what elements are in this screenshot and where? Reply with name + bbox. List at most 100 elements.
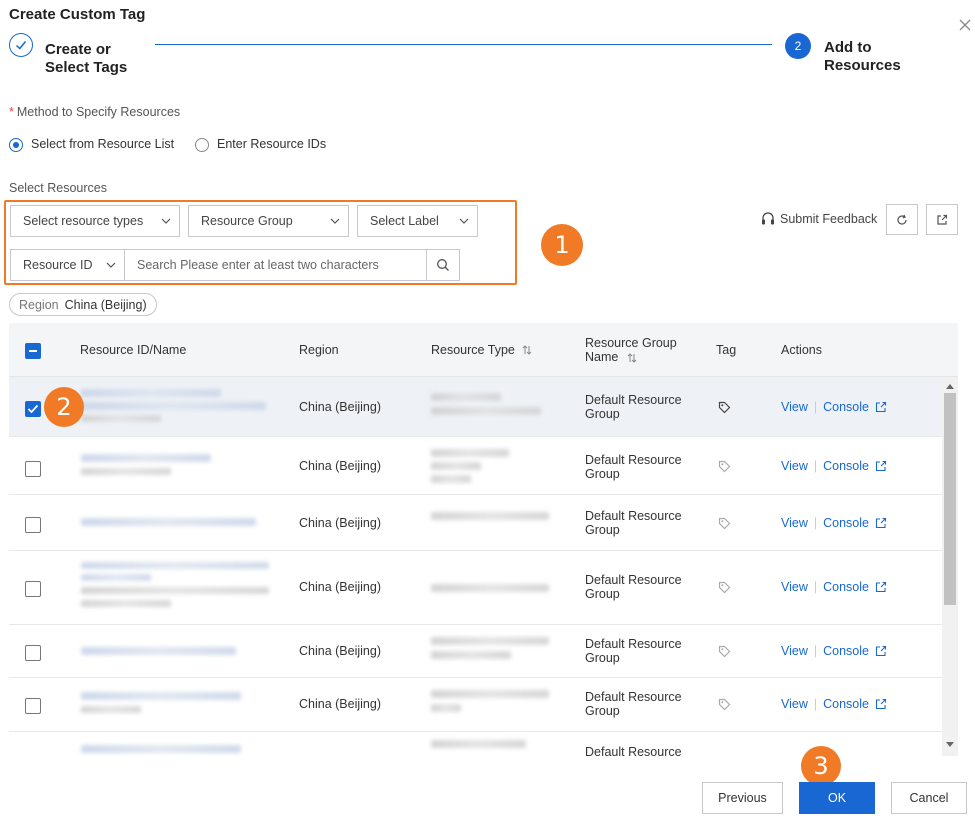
export-button[interactable] [926, 204, 958, 235]
resource-group-cell: Default Resource Group [585, 573, 682, 601]
step-connector [155, 44, 772, 45]
close-icon[interactable] [958, 18, 972, 32]
annotation-badge-1: 1 [541, 224, 583, 266]
row-checkbox[interactable] [25, 401, 41, 417]
column-header-actions: Actions [781, 343, 822, 357]
row-checkbox[interactable] [25, 517, 41, 533]
radio-enter-resource-ids[interactable] [195, 138, 209, 152]
tag-icon[interactable] [718, 581, 731, 594]
chevron-down-icon [161, 218, 171, 224]
redacted-resource-name [81, 587, 269, 594]
external-link-icon[interactable] [875, 517, 887, 529]
region-filter-tag[interactable]: Region China (Beijing) [9, 293, 157, 316]
step-2-number: 2 [785, 33, 811, 59]
headset-icon [762, 212, 774, 225]
row-checkbox[interactable] [25, 645, 41, 661]
resource-group-cell: Default Resource Group [585, 509, 682, 537]
resource-types-dropdown[interactable]: Select resource types [10, 205, 180, 237]
table-row[interactable]: China (Beijing) Default Resource Group V… [9, 625, 958, 678]
console-link[interactable]: Console [823, 644, 869, 658]
redacted-resource-type [431, 740, 526, 748]
redacted-resource-id [81, 454, 211, 462]
region-cell: China (Beijing) [299, 516, 381, 530]
console-link[interactable]: Console [823, 516, 869, 530]
tag-icon[interactable] [718, 517, 731, 530]
row-actions: View | Console [781, 644, 887, 658]
select-all-checkbox[interactable] [25, 343, 41, 359]
tag-icon[interactable] [718, 401, 731, 414]
console-link[interactable]: Console [823, 400, 869, 414]
sort-icon[interactable] [521, 344, 533, 356]
table-row[interactable]: China (Beijing) Default Resource Group V… [9, 495, 958, 551]
view-link[interactable]: View [781, 580, 808, 594]
column-header-resource-id: Resource ID/Name [80, 343, 187, 357]
resource-id-dropdown[interactable]: Resource ID [10, 249, 125, 281]
resource-group-cell: Default Resource Group [585, 637, 682, 665]
table-row[interactable]: China (Beijing) Default Resource Group V… [9, 551, 958, 625]
radio-select-from-list[interactable] [9, 138, 23, 152]
row-checkbox[interactable] [25, 581, 41, 597]
ok-button[interactable]: OK [799, 782, 875, 814]
cancel-button[interactable]: Cancel [891, 782, 967, 814]
submit-feedback-link[interactable]: Submit Feedback [760, 211, 877, 227]
region-cell: China (Beijing) [299, 644, 381, 658]
select-label-dropdown[interactable]: Select Label [357, 205, 478, 237]
view-link[interactable]: View [781, 459, 808, 473]
step-1-check-icon [9, 33, 33, 57]
table-row[interactable]: China (Beijing) Default Resource Group V… [9, 437, 958, 495]
console-link[interactable]: Console [823, 459, 869, 473]
annotation-badge-2: 2 [44, 387, 84, 427]
row-actions: View | Console [781, 697, 887, 711]
row-actions: View | Console [781, 516, 887, 530]
tag-icon[interactable] [718, 698, 731, 711]
redacted-resource-type [431, 704, 461, 712]
chevron-down-icon [459, 218, 469, 224]
redacted-resource-id [81, 745, 241, 753]
row-actions: View | Console [781, 400, 887, 414]
resource-group-cell: Default Resource [585, 745, 682, 756]
view-link[interactable]: View [781, 400, 808, 414]
radio-label-enter-resource-ids[interactable]: Enter Resource IDs [217, 137, 326, 151]
scroll-up-icon[interactable] [945, 382, 955, 390]
region-cell: China (Beijing) [299, 580, 381, 594]
table-row[interactable]: China (Beijing) Default Resource Group V… [9, 678, 958, 732]
external-link-icon[interactable] [875, 698, 887, 710]
column-header-resource-type[interactable]: Resource Type [431, 343, 533, 357]
radio-label-select-from-list[interactable]: Select from Resource List [31, 137, 174, 151]
redacted-resource-type [431, 690, 549, 698]
resource-group-dropdown[interactable]: Resource Group [188, 205, 349, 237]
step-2-label: Add to Resources [824, 39, 901, 74]
sort-icon[interactable] [626, 352, 638, 364]
row-checkbox[interactable] [25, 461, 41, 477]
search-button[interactable] [426, 249, 460, 281]
table-scrollbar-thumb[interactable] [944, 393, 956, 605]
redacted-resource-type [431, 512, 549, 520]
console-link[interactable]: Console [823, 697, 869, 711]
console-link[interactable]: Console [823, 580, 869, 594]
redacted-resource-name [81, 600, 171, 607]
resource-search-input[interactable]: Search Please enter at least two charact… [125, 249, 427, 281]
column-header-region: Region [299, 343, 339, 357]
redacted-resource-type [431, 407, 541, 415]
tag-icon[interactable] [718, 460, 731, 473]
row-checkbox[interactable] [25, 698, 41, 714]
scroll-down-icon[interactable] [945, 741, 955, 749]
redacted-resource-name [81, 706, 141, 713]
column-header-tag: Tag [716, 343, 737, 357]
column-header-resource-group[interactable]: Resource Group Name [585, 336, 695, 364]
redacted-resource-name [81, 415, 161, 422]
redacted-resource-type [431, 475, 471, 483]
tag-icon[interactable] [718, 645, 731, 658]
external-link-icon[interactable] [875, 645, 887, 657]
refresh-button[interactable] [886, 204, 918, 235]
previous-button[interactable]: Previous [702, 782, 783, 814]
redacted-resource-id [81, 562, 269, 569]
view-link[interactable]: View [781, 697, 808, 711]
external-link-icon[interactable] [875, 581, 887, 593]
external-link-icon[interactable] [875, 460, 887, 472]
external-link-icon[interactable] [875, 401, 887, 413]
view-link[interactable]: View [781, 644, 808, 658]
redacted-resource-id [81, 692, 241, 700]
table-row[interactable]: China (Beijing) Default Resource Group V… [9, 377, 958, 437]
view-link[interactable]: View [781, 516, 808, 530]
